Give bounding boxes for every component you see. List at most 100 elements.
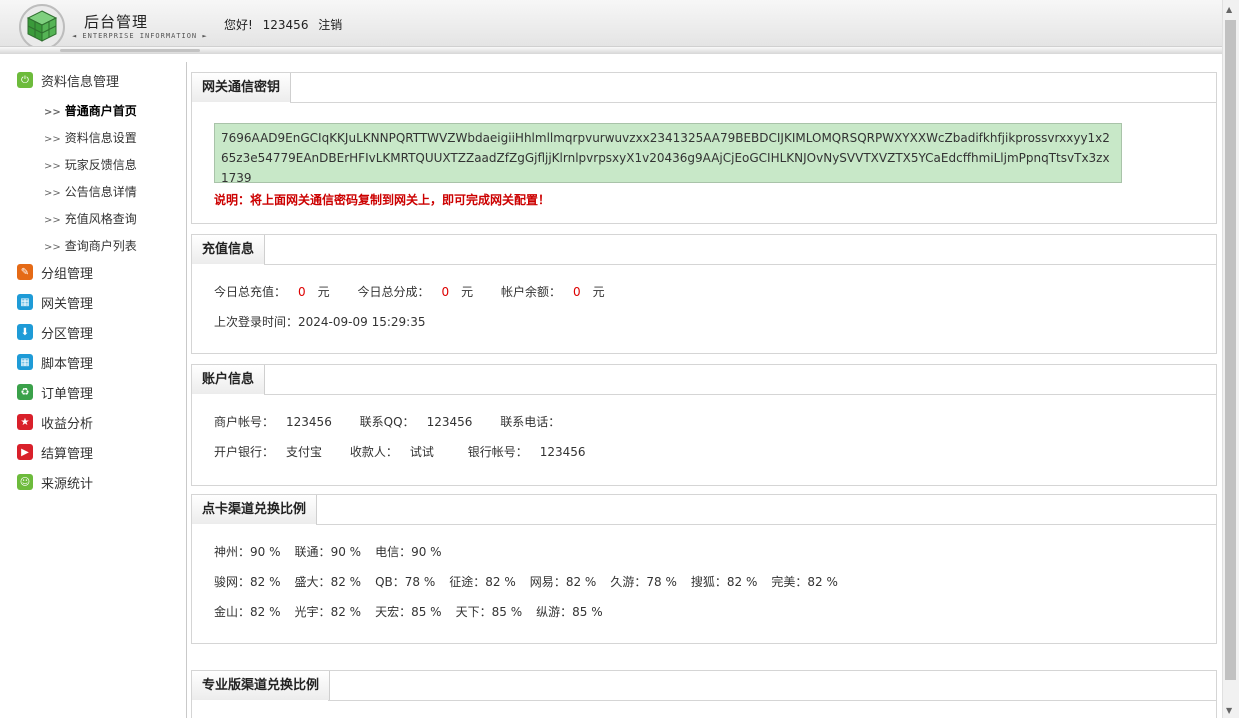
card-rate-name: 搜狐 bbox=[690, 575, 715, 589]
sidebar-item-source-statistics[interactable]: ☺ 来源统计 bbox=[17, 472, 93, 492]
card-rate-value: 82 % bbox=[330, 575, 362, 589]
balance-label: 帐户余额： bbox=[501, 285, 562, 299]
card-rate-item: 网易：82 % bbox=[530, 575, 597, 589]
sidebar-subitem-recharge-style[interactable]: >> 充值风格查询 bbox=[44, 210, 137, 227]
sidebar-item-label: 来源统计 bbox=[41, 476, 94, 492]
sidebar-item-group-management[interactable]: ✎ 分组管理 bbox=[17, 262, 93, 282]
double-chevron-icon: >> bbox=[44, 134, 61, 145]
bank-account-value: 123456 bbox=[539, 445, 586, 459]
contact-qq-value: 123456 bbox=[426, 415, 473, 429]
sidebar-item-label: 脚本管理 bbox=[41, 356, 94, 372]
colon-separator: ： bbox=[238, 605, 251, 619]
sidebar-subitem-notice-details[interactable]: >> 公告信息详情 bbox=[44, 183, 137, 200]
header-divider-bar bbox=[0, 46, 1222, 54]
sidebar-subitem-profile-settings[interactable]: >> 资料信息设置 bbox=[44, 129, 137, 146]
card-rate-name: 光宇 bbox=[294, 605, 319, 619]
double-chevron-icon: >> bbox=[44, 161, 61, 172]
scrollbar-thumb[interactable] bbox=[1225, 20, 1236, 680]
sidebar-item-label: 网关管理 bbox=[41, 296, 94, 312]
greeting-text: 您好! bbox=[224, 18, 253, 32]
today-share-value: 0 bbox=[441, 285, 450, 299]
pro-rates-panel: 专业版渠道兑换比例 bbox=[191, 670, 1217, 718]
card-rate-item: 神州：90 % bbox=[214, 545, 281, 559]
payee-label: 收款人： bbox=[349, 445, 398, 459]
colon-separator: ： bbox=[399, 545, 412, 559]
scroll-down-icon[interactable]: ▼ bbox=[1226, 706, 1232, 715]
scroll-up-icon[interactable]: ▲ bbox=[1226, 5, 1232, 14]
colon-separator: ： bbox=[795, 575, 808, 589]
sidebar-item-settlement-management[interactable]: ▶ 结算管理 bbox=[17, 442, 93, 462]
today-share-field: 今日总分成： 0 元 bbox=[358, 285, 486, 299]
balance-value: 0 bbox=[573, 285, 581, 299]
power-icon: ⏻ bbox=[17, 72, 33, 88]
colon-separator: ： bbox=[318, 605, 331, 619]
card-rate-item: 金山：82 % bbox=[214, 605, 281, 619]
double-chevron-icon: >> bbox=[44, 242, 61, 253]
colon-separator: ： bbox=[479, 605, 492, 619]
last-login-label: 上次登录时间： bbox=[214, 315, 299, 329]
sidebar-item-profile-management[interactable]: ⏻ 资料信息管理 bbox=[17, 70, 119, 90]
sidebar-subitem-merchant-list[interactable]: >> 查询商户列表 bbox=[44, 237, 137, 254]
app-title: 后台管理 bbox=[84, 13, 149, 31]
sidebar-subitem-label: 玩家反馈信息 bbox=[64, 158, 137, 172]
panel-tab-gateway-key: 网关通信密钥 bbox=[192, 73, 292, 103]
card-rate-item: 纵游：85 % bbox=[536, 605, 603, 619]
card-rate-value: 82 % bbox=[250, 605, 281, 619]
card-rate-item: 电信：90 % bbox=[375, 545, 442, 559]
card-rate-name: 征途 bbox=[449, 575, 474, 589]
card-rate-name: 金山 bbox=[214, 605, 239, 619]
sidebar-subitem-player-feedback[interactable]: >> 玩家反馈信息 bbox=[44, 156, 137, 173]
last-login-value: 2024-09-09 15:29:35 bbox=[298, 315, 426, 329]
panel-tab-pro-rates: 专业版渠道兑换比例 bbox=[192, 671, 331, 701]
card-rate-value: 90 % bbox=[411, 545, 442, 559]
recharge-info-panel: 充值信息 今日总充值： 0 元 今日总分成： 0 元 帐户余额： 0 元 上次登录时间：20… bbox=[191, 234, 1217, 354]
colon-separator: ： bbox=[473, 575, 486, 589]
card-rate-value: 78 % bbox=[646, 575, 677, 589]
today-total-label: 今日总充值： bbox=[214, 285, 287, 299]
card-rate-name: 联通 bbox=[294, 545, 319, 559]
main-content: 网关通信密钥 7696AAD9EnGCIqKKJuLKNNPQRTTWVZWbd… bbox=[191, 62, 1218, 718]
logout-link[interactable]: 注销 bbox=[318, 18, 342, 32]
merchant-account-value: 123456 bbox=[286, 415, 332, 429]
gateway-secret-textarea[interactable]: 7696AAD9EnGCIqKKJuLKNNPQRTTWVZWbdaeigiiH… bbox=[214, 123, 1122, 183]
bank-account-field: 银行帐号： 123456 bbox=[468, 445, 598, 459]
play-icon: ▶ bbox=[17, 444, 33, 460]
contact-qq-label: 联系QQ： bbox=[359, 415, 415, 429]
card-rate-item: 光宇：82 % bbox=[295, 605, 362, 619]
colon-separator: ： bbox=[238, 545, 251, 559]
card-rate-name: 网易 bbox=[529, 575, 554, 589]
bank-label: 开户银行： bbox=[214, 445, 275, 459]
account-contact-row: 商户帐号： 123456 联系QQ： 123456 联系电话： bbox=[214, 413, 596, 430]
grid-icon: ▦ bbox=[17, 354, 33, 370]
recharge-summary-row: 今日总充值： 0 元 今日总分成： 0 元 帐户余额： 0 元 bbox=[214, 283, 629, 300]
card-rate-name: QB bbox=[375, 575, 393, 589]
bank-field: 开户银行： 支付宝 bbox=[214, 445, 334, 459]
panel-tab-card-rates: 点卡渠道兑换比例 bbox=[192, 495, 318, 525]
panel-rule bbox=[316, 524, 1216, 525]
card-rates-panel: 点卡渠道兑换比例 神州：90 % 联通：90 % 电信：90 % 骏网：82 % 盛大：… bbox=[191, 494, 1217, 644]
sidebar-subitem-merchant-home[interactable]: >> 普通商户首页 bbox=[44, 102, 137, 119]
sidebar-item-revenue-analysis[interactable]: ★ 收益分析 bbox=[17, 412, 93, 432]
card-rate-value: 85 % bbox=[411, 605, 442, 619]
username: 123456 bbox=[262, 18, 309, 32]
sidebar-item-label: 订单管理 bbox=[41, 386, 94, 402]
contact-phone-label: 联系电话： bbox=[500, 415, 561, 429]
sidebar-item-order-management[interactable]: ♻ 订单管理 bbox=[17, 382, 93, 402]
currency-unit: 元 bbox=[461, 285, 474, 299]
sidebar-item-gateway-management[interactable]: ▦ 网关管理 bbox=[17, 292, 93, 312]
user-greeting: 您好! 123456 注销 bbox=[224, 16, 348, 33]
card-rate-row: 骏网：82 % 盛大：82 % QB：78 % 征途：82 % 网易：82 % 久游：78… bbox=[214, 573, 852, 590]
card-rate-value: 90 % bbox=[250, 545, 281, 559]
sidebar-item-zone-management[interactable]: ⬇ 分区管理 bbox=[17, 322, 93, 342]
colon-separator: ： bbox=[318, 575, 331, 589]
top-header: 后台管理 ◄ ENTERPRISE INFORMATION ► 您好! 1234… bbox=[0, 0, 1239, 52]
contact-phone-field: 联系电话： bbox=[500, 415, 584, 429]
sidebar-item-label: 分组管理 bbox=[41, 266, 94, 282]
card-rate-name: 电信 bbox=[375, 545, 400, 559]
card-rate-item: 天宏：85 % bbox=[375, 605, 442, 619]
today-share-label: 今日总分成： bbox=[357, 285, 430, 299]
card-rate-name: 完美 bbox=[771, 575, 796, 589]
card-rate-name: 神州 bbox=[214, 545, 239, 559]
star-icon: ★ bbox=[17, 414, 33, 430]
sidebar-item-script-management[interactable]: ▦ 脚本管理 bbox=[17, 352, 93, 372]
